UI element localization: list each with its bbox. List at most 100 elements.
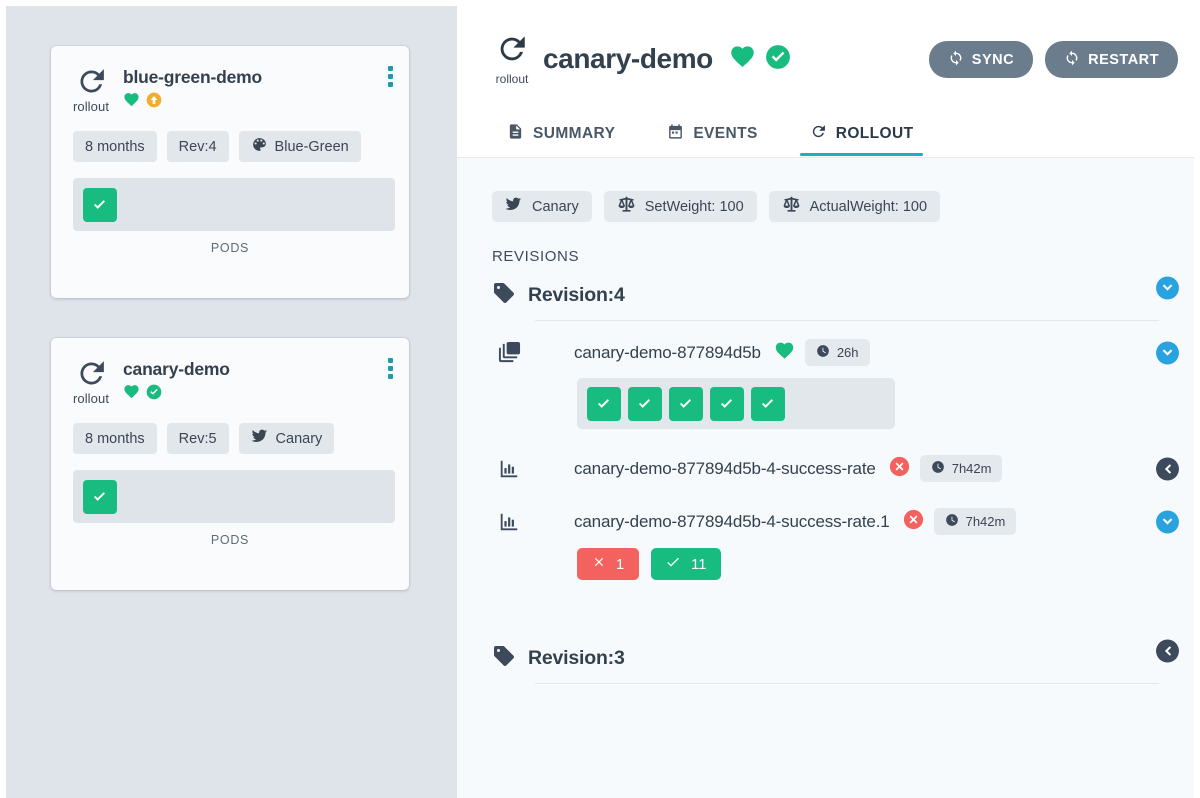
synced-check-circle-icon [765, 44, 791, 75]
failed-x-circle-icon [903, 509, 924, 535]
resource-status: 7h42m [889, 455, 1003, 482]
restart-button-label: RESTART [1088, 51, 1159, 68]
chevron-down-icon[interactable] [1155, 509, 1180, 534]
scales-icon [782, 195, 801, 218]
rollout-kind-label: rollout [495, 72, 529, 86]
pod-healthy[interactable] [83, 479, 117, 514]
strategy-badges: Canary SetWeight: 100 ActualWeight: 100 [457, 158, 1194, 222]
badge-setweight-label: SetWeight: 100 [644, 198, 744, 215]
badge-strategy-label: Canary [532, 198, 579, 215]
rollout-card-canary-demo[interactable]: rollout canary-demo 8 months Rev:5 Canar… [51, 338, 409, 590]
pods-container [577, 378, 895, 429]
sync-button[interactable]: SYNC [928, 41, 1034, 78]
chip-revision-label: Rev:4 [178, 138, 217, 155]
card-chips: 8 months Rev:5 Canary [51, 406, 409, 454]
kebab-menu-icon[interactable] [388, 358, 393, 379]
document-icon [507, 123, 524, 145]
badge-actualweight-label: ActualWeight: 100 [809, 198, 928, 215]
header-status-icons [729, 43, 791, 75]
revision-block: Revision:3 [457, 628, 1194, 684]
pod-healthy[interactable] [587, 386, 621, 421]
card-status-icons [123, 91, 262, 113]
card-title-wrap: canary-demo [117, 355, 230, 405]
sync-refresh-icon [948, 50, 964, 70]
chevron-down-icon[interactable] [1155, 275, 1180, 300]
divider [535, 320, 1159, 321]
detail-header: rollout canary-demo SYNC RESTART SUMMARY… [457, 6, 1194, 158]
revision-title: Revision:3 [528, 647, 625, 669]
rollout-kind-glyph: rollout [65, 355, 117, 406]
pod-healthy[interactable] [669, 386, 703, 421]
calendar-icon [667, 123, 684, 145]
clock-icon [931, 460, 945, 477]
chip-revision: Rev:5 [166, 423, 229, 454]
tab-rollout[interactable]: ROLLOUT [784, 123, 940, 156]
rollout-detail-panel: rollout canary-demo SYNC RESTART SUMMARY… [457, 6, 1194, 798]
chip-age: 8 months [73, 423, 157, 454]
chip-strategy: Blue-Green [238, 131, 361, 162]
pod-healthy[interactable] [83, 187, 117, 222]
chip-age-label: 8 months [85, 138, 145, 155]
rollout-tab-content: Canary SetWeight: 100 ActualWeight: 100 … [457, 158, 1194, 684]
x-icon [592, 555, 606, 573]
analysisrun-chart-icon [492, 458, 544, 480]
check-icon [665, 554, 681, 574]
card-status-icons [123, 383, 230, 405]
rollout-restart-icon [810, 123, 827, 145]
chevron-left-icon[interactable] [1155, 638, 1180, 663]
scales-icon [617, 195, 636, 218]
chip-revision-label: Rev:5 [178, 430, 217, 447]
rollout-card-blue-green-demo[interactable]: rollout blue-green-demo 8 months Rev:4 B… [51, 46, 409, 298]
card-header: rollout blue-green-demo [51, 46, 409, 114]
clock-icon [816, 344, 830, 361]
age-pill: 26h [804, 339, 870, 366]
analysisrun-chart-icon [492, 511, 544, 533]
chevron-left-icon[interactable] [1155, 456, 1180, 481]
analysis-measurement-counters: 1 11 [577, 548, 1194, 580]
age-label: 7h42m [951, 461, 992, 476]
revision-title: Revision:4 [528, 284, 625, 306]
tab-events-label: EVENTS [693, 125, 758, 142]
clock-icon [945, 513, 959, 530]
age-label: 26h [836, 345, 859, 360]
pod-healthy[interactable] [628, 386, 662, 421]
resource-name: canary-demo-877894d5b-4-success-rate [574, 458, 876, 478]
restart-button[interactable]: RESTART [1045, 41, 1178, 78]
divider [535, 683, 1159, 684]
card-chips: 8 months Rev:4 Blue-Green [51, 114, 409, 162]
counter-passed: 11 [651, 548, 721, 580]
progressing-arrow-up-icon [146, 92, 162, 113]
argo-rollouts-dashboard: rollout blue-green-demo 8 months Rev:4 B… [0, 0, 1200, 798]
card-title-wrap: blue-green-demo [117, 63, 262, 113]
page-title: canary-demo [543, 43, 713, 74]
age-pill: 7h42m [919, 455, 1003, 482]
age-pill: 7h42m [933, 508, 1017, 535]
card-header: rollout canary-demo [51, 338, 409, 406]
pod-healthy[interactable] [751, 386, 785, 421]
rollout-restart-icon [75, 357, 108, 390]
health-heart-icon [729, 43, 756, 75]
chip-revision: Rev:4 [166, 131, 229, 162]
chevron-down-icon[interactable] [1155, 340, 1180, 365]
resource-status: 7h42m [903, 508, 1017, 535]
rollout-restart-icon [75, 65, 108, 98]
detail-tabs: SUMMARY EVENTS ROLLOUT [457, 98, 1194, 156]
tab-summary-label: SUMMARY [533, 125, 616, 142]
pod-healthy[interactable] [710, 386, 744, 421]
counter-failed: 1 [577, 548, 639, 580]
resource-row-analysisrun[interactable]: canary-demo-877894d5b-4-success-rate.1 7… [492, 508, 1194, 535]
pods-label: PODS [210, 241, 250, 255]
chip-strategy-label: Canary [275, 430, 323, 447]
revision-header[interactable]: Revision:3 [492, 628, 1194, 673]
revision-header[interactable]: Revision:4 [492, 265, 1194, 310]
rollout-kind-label: rollout [72, 99, 110, 114]
chip-age: 8 months [73, 131, 157, 162]
kebab-menu-icon[interactable] [388, 66, 393, 87]
tab-events[interactable]: EVENTS [641, 123, 783, 156]
badge-setweight: SetWeight: 100 [603, 191, 757, 222]
failed-x-circle-icon [889, 456, 910, 482]
health-heart-icon [774, 340, 795, 366]
resource-row-analysisrun[interactable]: canary-demo-877894d5b-4-success-rate 7h4… [492, 455, 1194, 482]
tab-summary[interactable]: SUMMARY [481, 123, 641, 156]
resource-row-replicaset[interactable]: canary-demo-877894d5b 26h [492, 339, 1194, 366]
